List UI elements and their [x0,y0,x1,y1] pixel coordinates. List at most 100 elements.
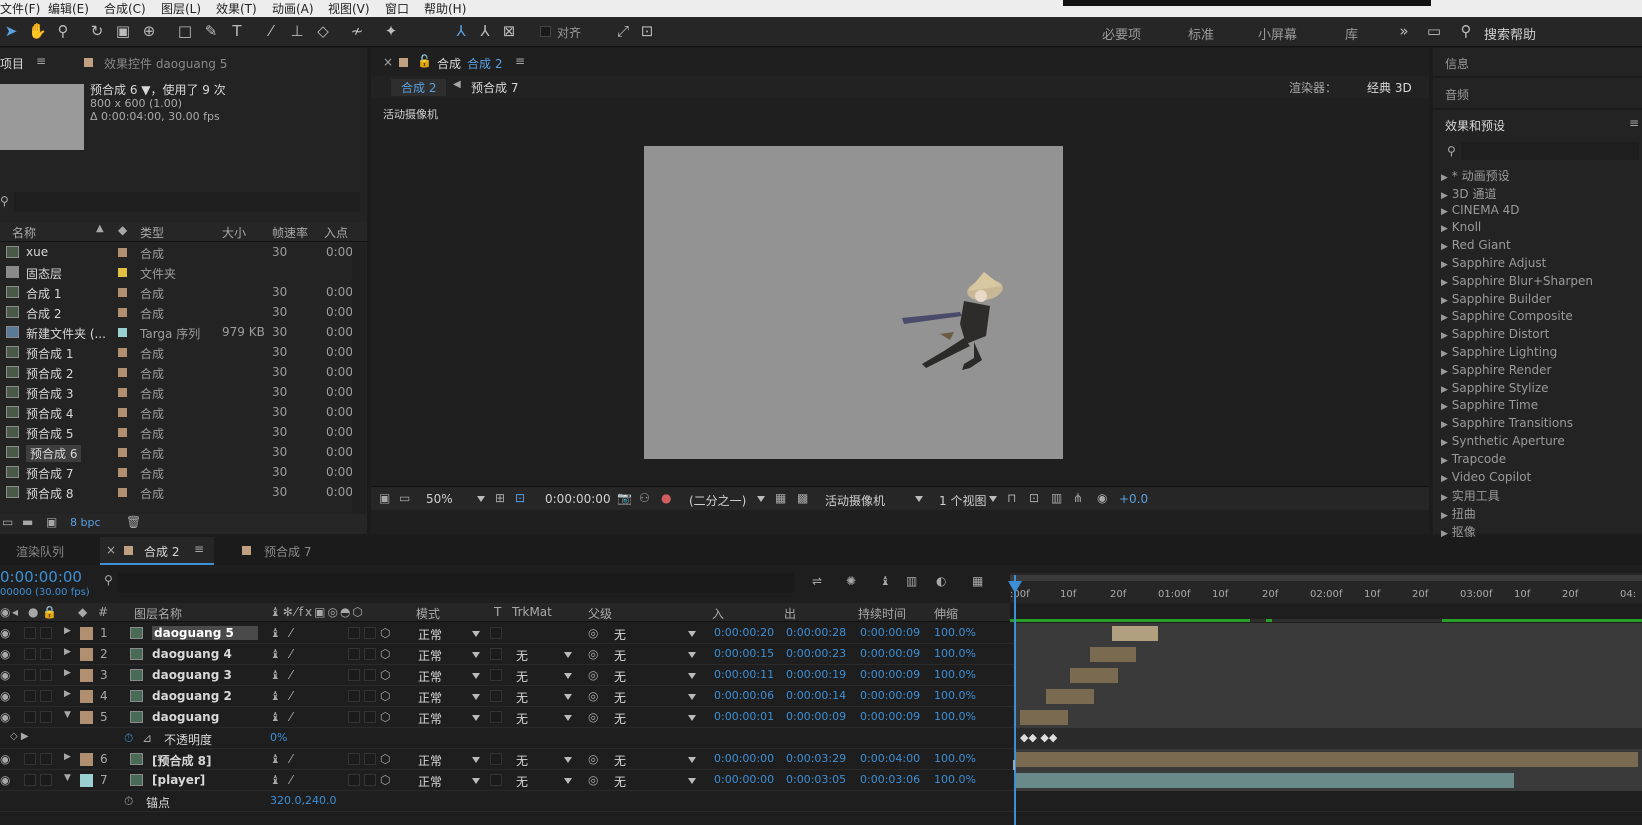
solo-switch[interactable] [40,690,52,702]
fit-icon[interactable]: ⊞ [495,491,505,505]
audio-switch[interactable] [24,627,36,639]
shy-layer-icon[interactable]: ♝ [270,647,281,661]
layer-name[interactable]: daoguang 4 [152,647,232,661]
layer-name[interactable]: daoguang 2 [152,689,232,703]
project-item[interactable]: 预合成 2 合成 30 0:00 [0,363,353,382]
layer-duration[interactable]: 0:00:00:09 [860,668,920,681]
effect-category[interactable]: ▶ Knoll [1441,220,1481,234]
parent-dropdown-icon[interactable] [688,673,696,679]
adjust-switch[interactable] [364,648,376,660]
axis-local-icon[interactable]: ⅄ [452,22,470,40]
motion-blur-icon[interactable]: ▥ [906,574,917,588]
3d-layer-icon[interactable]: ⬡ [380,773,390,787]
layer-duration-bar[interactable] [1112,626,1158,641]
audio-switch[interactable] [24,774,36,786]
quality-switch-icon[interactable]: ⁄ [290,689,292,703]
item-label-swatch[interactable] [118,268,127,277]
opacity-value[interactable]: 0% [270,731,287,744]
parent-pickwhip-icon[interactable]: ◎ [588,668,598,682]
project-item[interactable]: 预合成 8 合成 30 0:00 [0,483,353,502]
selection-tool-icon[interactable]: ➤ [2,22,20,40]
delete-icon[interactable]: 🗑 [126,515,141,529]
col-stretch[interactable]: 伸缩 [934,605,958,622]
tab-render-queue[interactable]: 渲染队列 [16,543,64,560]
col-size[interactable]: 大小 [222,224,246,241]
col-t[interactable]: T [494,605,501,619]
audio-col-icon[interactable]: ◂ [12,605,18,619]
pen-tool-icon[interactable]: ✎ [202,22,220,40]
playhead-marker[interactable] [1008,581,1022,593]
effect-category[interactable]: ▶ CINEMA 4D [1441,203,1519,217]
layer-trkmat[interactable]: 无 [516,647,528,664]
effect-expand-icon[interactable]: ▶ [1441,207,1448,217]
work-area-bar[interactable] [1010,575,1642,581]
item-label-swatch[interactable] [118,388,127,397]
project-item[interactable]: 合成 2 合成 30 0:00 [0,303,353,322]
tab-effect-controls[interactable]: 效果控件 daoguang 5 [104,55,227,72]
mode-dropdown-icon[interactable] [472,673,480,679]
lock-col-icon[interactable]: 🔒 [42,605,57,619]
effect-expand-icon[interactable]: ▶ [1441,438,1448,448]
anchor-value[interactable]: 320.0,240.0 [270,794,336,807]
layer-out[interactable]: 0:00:00:14 [786,689,846,702]
menu-file[interactable]: 文件(F) [0,0,40,17]
effect-category[interactable]: ▶ 实用工具 [1441,487,1500,504]
layer-mode[interactable]: 正常 [418,689,442,706]
solo-switch[interactable] [40,774,52,786]
layer-duration[interactable]: 0:00:00:09 [860,689,920,702]
puppet-tool-icon[interactable]: ✦ [382,22,400,40]
visibility-eye-icon[interactable]: ◉ [0,647,10,661]
trkmat-dropdown-icon[interactable] [564,673,572,679]
vr-icon[interactable]: ▭ [1425,22,1443,40]
preserve-transparency-switch[interactable] [490,648,502,660]
transparency-grid-icon[interactable]: ▩ [797,491,808,505]
3d-layer-icon[interactable]: ⬡ [380,668,390,682]
hand-tool-icon[interactable]: ✋ [28,22,47,40]
preview-icon[interactable]: ▭ [399,491,410,505]
keyframe-icon[interactable]: ◆◆ ◆◆ [1020,731,1057,744]
layer-trkmat[interactable]: 无 [516,752,528,769]
snap-checkbox[interactable] [540,26,551,37]
tab-comp2-box[interactable]: × 合成 2 ≡ [100,537,214,565]
effects-menu-icon[interactable]: ≡ [1629,116,1639,130]
timeline-search-icon[interactable]: ⚲ [104,573,113,587]
layer-trkmat[interactable]: 无 [516,710,528,727]
comp-close-icon[interactable]: × [383,55,393,69]
effect-expand-icon[interactable]: ▶ [1441,420,1448,430]
shy-layer-icon[interactable]: ♝ [270,626,281,640]
3d-layer-icon[interactable]: ⬡ [380,647,390,661]
layer-label-swatch[interactable] [80,690,93,703]
layer-out[interactable]: 0:00:03:05 [786,773,846,786]
audio-switch[interactable] [24,711,36,723]
crumb-current[interactable]: 合成 2 [391,79,447,96]
3d-layer-icon[interactable]: ⬡ [380,752,390,766]
workspace-small-screen[interactable]: 小屏幕 [1258,24,1297,43]
new-folder-icon[interactable]: ▬ [22,515,33,529]
layer-duration[interactable]: 0:00:04:00 [860,752,920,765]
quality-switch-icon[interactable]: ⁄ [290,752,292,766]
trkmat-dropdown-icon[interactable] [564,715,572,721]
roto-brush-tool-icon[interactable]: ≁ [348,22,366,40]
adjust-switch[interactable] [364,669,376,681]
layer-name[interactable]: daoguang 3 [152,668,232,682]
project-item[interactable]: xue 合成 30 0:00 [0,243,353,262]
frame-blend-icon[interactable]: ♝ [880,574,891,588]
parent-dropdown-icon[interactable] [688,778,696,784]
adjust-switch[interactable] [364,774,376,786]
effect-category[interactable]: ▶ Sapphire Distort [1441,327,1549,341]
layer-out[interactable]: 0:00:00:23 [786,647,846,660]
layer-in[interactable]: 0:00:00:11 [714,668,774,681]
layer-mode[interactable]: 正常 [418,773,442,790]
effect-switch[interactable] [348,627,360,639]
mode-dropdown-icon[interactable] [472,694,480,700]
mode-dropdown-icon[interactable] [472,757,480,763]
layer-parent[interactable]: 无 [614,668,626,685]
layer-duration-bar[interactable] [1070,668,1118,683]
project-search-icon[interactable]: ⚲ [0,194,9,208]
col-fps[interactable]: 帧速率 [272,224,308,241]
clone-stamp-tool-icon[interactable]: ⊥ [288,22,306,40]
stopwatch-icon[interactable]: ⏱ [124,731,133,746]
snap-expand-icon[interactable]: ⤢ [614,22,632,40]
effect-category[interactable]: ▶ Sapphire Lighting [1441,345,1557,359]
effect-category[interactable]: ▶ Sapphire Time [1441,398,1538,412]
